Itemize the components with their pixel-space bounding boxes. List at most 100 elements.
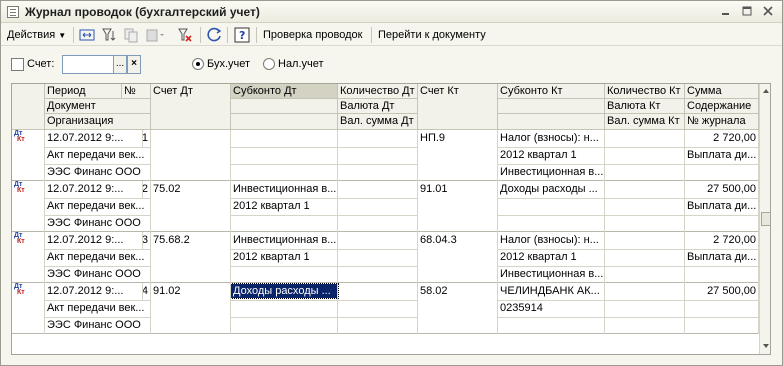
cell-period[interactable]: 12.07.2012 9:... <box>45 182 141 196</box>
header-subconto-kt[interactable]: Субконто Кт <box>498 84 605 99</box>
cell-acc-dt[interactable] <box>151 131 231 145</box>
cell-subconto-kt[interactable]: Доходы расходы ... <box>498 182 605 196</box>
vertical-scrollbar[interactable] <box>759 84 770 354</box>
header-acc-kt[interactable]: Счет Кт <box>418 84 498 130</box>
cell-document[interactable]: Акт передачи век... <box>45 301 151 315</box>
header-content[interactable]: Содержание <box>685 99 759 114</box>
cell-sum[interactable]: 27 500,00 <box>685 284 759 298</box>
cell-content[interactable]: Выплата ди... <box>685 199 759 213</box>
cell-content[interactable]: Выплата ди... <box>685 148 759 162</box>
header-subconto-kt-3 <box>498 114 605 130</box>
cell-organization[interactable]: ЭЭС Финанс ООО <box>45 165 151 179</box>
cell-acc-kt[interactable]: 91.01 <box>418 182 498 196</box>
cell-subconto-dt[interactable]: 2012 квартал 1 <box>231 199 338 213</box>
header-cur-sum-dt[interactable]: Вал. сумма Дт <box>338 114 418 130</box>
cell-period[interactable]: 12.07.2012 9:... <box>45 233 141 247</box>
header-period[interactable]: Период <box>45 84 122 99</box>
cell-document[interactable]: Акт передачи век... <box>45 199 151 213</box>
no-divider <box>142 232 143 249</box>
cell-subconto-dt[interactable]: Инвестиционная в... <box>231 233 338 247</box>
cell-acc-dt[interactable]: 75.02 <box>151 182 231 196</box>
cell-subconto-dt[interactable]: Инвестиционная в... <box>231 182 338 196</box>
filter-sort-icon[interactable] <box>100 26 118 44</box>
scroll-up-icon <box>763 89 769 93</box>
account-checkbox[interactable] <box>11 58 24 71</box>
cell-sum[interactable]: 27 500,00 <box>685 182 759 196</box>
maximize-button[interactable] <box>738 4 757 19</box>
row-subline <box>498 164 759 165</box>
cell-subconto-dt[interactable] <box>231 148 338 162</box>
entries-table[interactable]: Период № Документ Организация Счет Дт Су… <box>11 83 771 355</box>
cell-subconto-kt[interactable]: Инвестиционная в... <box>498 267 605 281</box>
header-cur-dt[interactable]: Валюта Дт <box>338 99 418 114</box>
cell-subconto-dt[interactable] <box>231 216 338 230</box>
cell-document[interactable]: Акт передачи век... <box>45 148 151 162</box>
sync-columns-icon[interactable] <box>78 26 96 44</box>
cell-subconto-kt[interactable]: Налог (взносы): н... <box>498 131 605 145</box>
cell-acc-kt[interactable]: НП.9 <box>418 131 498 145</box>
cell-subconto-dt[interactable] <box>231 318 338 332</box>
scroll-thumb[interactable] <box>761 212 770 226</box>
clear-filter-icon[interactable] <box>176 26 194 44</box>
cell-acc-dt[interactable]: 91.02 <box>151 284 231 298</box>
actions-menu[interactable]: Действия ▼ <box>7 26 66 44</box>
cell-subconto-dt[interactable] <box>231 301 338 315</box>
cell-subconto-kt[interactable]: Налог (взносы): н... <box>498 233 605 247</box>
cell-subconto-kt[interactable]: Инвестиционная в... <box>498 165 605 179</box>
check-entries-button[interactable]: Проверка проводок <box>263 26 362 44</box>
cell-subconto-dt[interactable] <box>231 267 338 281</box>
cell-document[interactable]: Акт передачи век... <box>45 250 151 264</box>
header-sum[interactable]: Сумма <box>685 84 759 99</box>
cell-sum[interactable]: 2 720,00 <box>685 233 759 247</box>
header-cur-sum-kt[interactable]: Вал. сумма Кт <box>605 114 685 130</box>
cell-acc-dt[interactable]: 75.68.2 <box>151 233 231 247</box>
cell-acc-kt[interactable]: 58.02 <box>418 284 498 298</box>
cell-period[interactable]: 12.07.2012 9:... <box>45 284 141 298</box>
goto-document-button[interactable]: Перейти к документу <box>378 26 486 44</box>
close-button[interactable] <box>759 4 778 19</box>
cell-subconto-kt[interactable] <box>498 199 605 213</box>
header-qty-kt[interactable]: Количество Кт <box>605 84 685 99</box>
cell-content[interactable]: Выплата ди... <box>685 250 759 264</box>
header-no[interactable]: № <box>122 84 151 99</box>
row-separator <box>12 333 759 334</box>
account-select-button[interactable]: ... <box>113 55 127 74</box>
header-organization[interactable]: Организация <box>45 114 151 130</box>
svg-text:?: ? <box>239 29 245 42</box>
header-acc-dt[interactable]: Счет Дт <box>151 84 231 130</box>
header-qty-dt[interactable]: Количество Дт <box>338 84 418 99</box>
cell-subconto-kt[interactable]: 2012 квартал 1 <box>498 148 605 162</box>
cell-organization[interactable]: ЭЭС Финанс ООО <box>45 216 151 230</box>
row-subline <box>45 215 151 216</box>
header-document[interactable]: Документ <box>45 99 151 114</box>
account-input[interactable] <box>62 55 114 74</box>
cell-subconto-dt[interactable] <box>231 131 338 145</box>
paste-icon[interactable] <box>144 26 164 44</box>
cell-organization[interactable]: ЭЭС Финанс ООО <box>45 267 151 281</box>
cell-sum[interactable]: 2 720,00 <box>685 131 759 145</box>
cell-subconto-kt[interactable]: ЧЕЛИНДБАНК АК... <box>498 284 605 298</box>
refresh-icon[interactable] <box>206 26 224 44</box>
account-clear-button[interactable]: × <box>127 55 141 74</box>
cell-subconto-kt[interactable]: 2012 квартал 1 <box>498 250 605 264</box>
help-icon[interactable]: ? <box>233 26 251 44</box>
entry-type-icon: Дт Кт <box>14 283 25 296</box>
cell-organization[interactable]: ЭЭС Финанс ООО <box>45 318 151 332</box>
header-subconto-dt[interactable]: Субконто Дт <box>231 84 338 99</box>
nal-radio[interactable] <box>263 58 275 70</box>
header-journal-no[interactable]: № журнала <box>685 114 759 130</box>
cell-subconto-kt[interactable] <box>498 318 605 332</box>
copy-icon[interactable] <box>122 26 140 44</box>
buh-radio[interactable] <box>192 58 204 70</box>
minimize-button[interactable] <box>717 4 736 19</box>
cell-subconto-dt[interactable]: 2012 квартал 1 <box>231 250 338 264</box>
cell-subconto-dt[interactable]: Доходы расходы ... <box>230 283 339 299</box>
cell-content[interactable] <box>685 301 759 315</box>
cell-acc-kt[interactable]: 68.04.3 <box>418 233 498 247</box>
cell-subconto-kt[interactable] <box>498 216 605 230</box>
cell-subconto-dt[interactable] <box>231 165 338 179</box>
header-cur-kt[interactable]: Валюта Кт <box>605 99 685 114</box>
cell-period[interactable]: 12.07.2012 9:... <box>45 131 141 145</box>
cell-subconto-kt[interactable]: 0235914 <box>498 301 605 315</box>
row-subline <box>45 164 151 165</box>
